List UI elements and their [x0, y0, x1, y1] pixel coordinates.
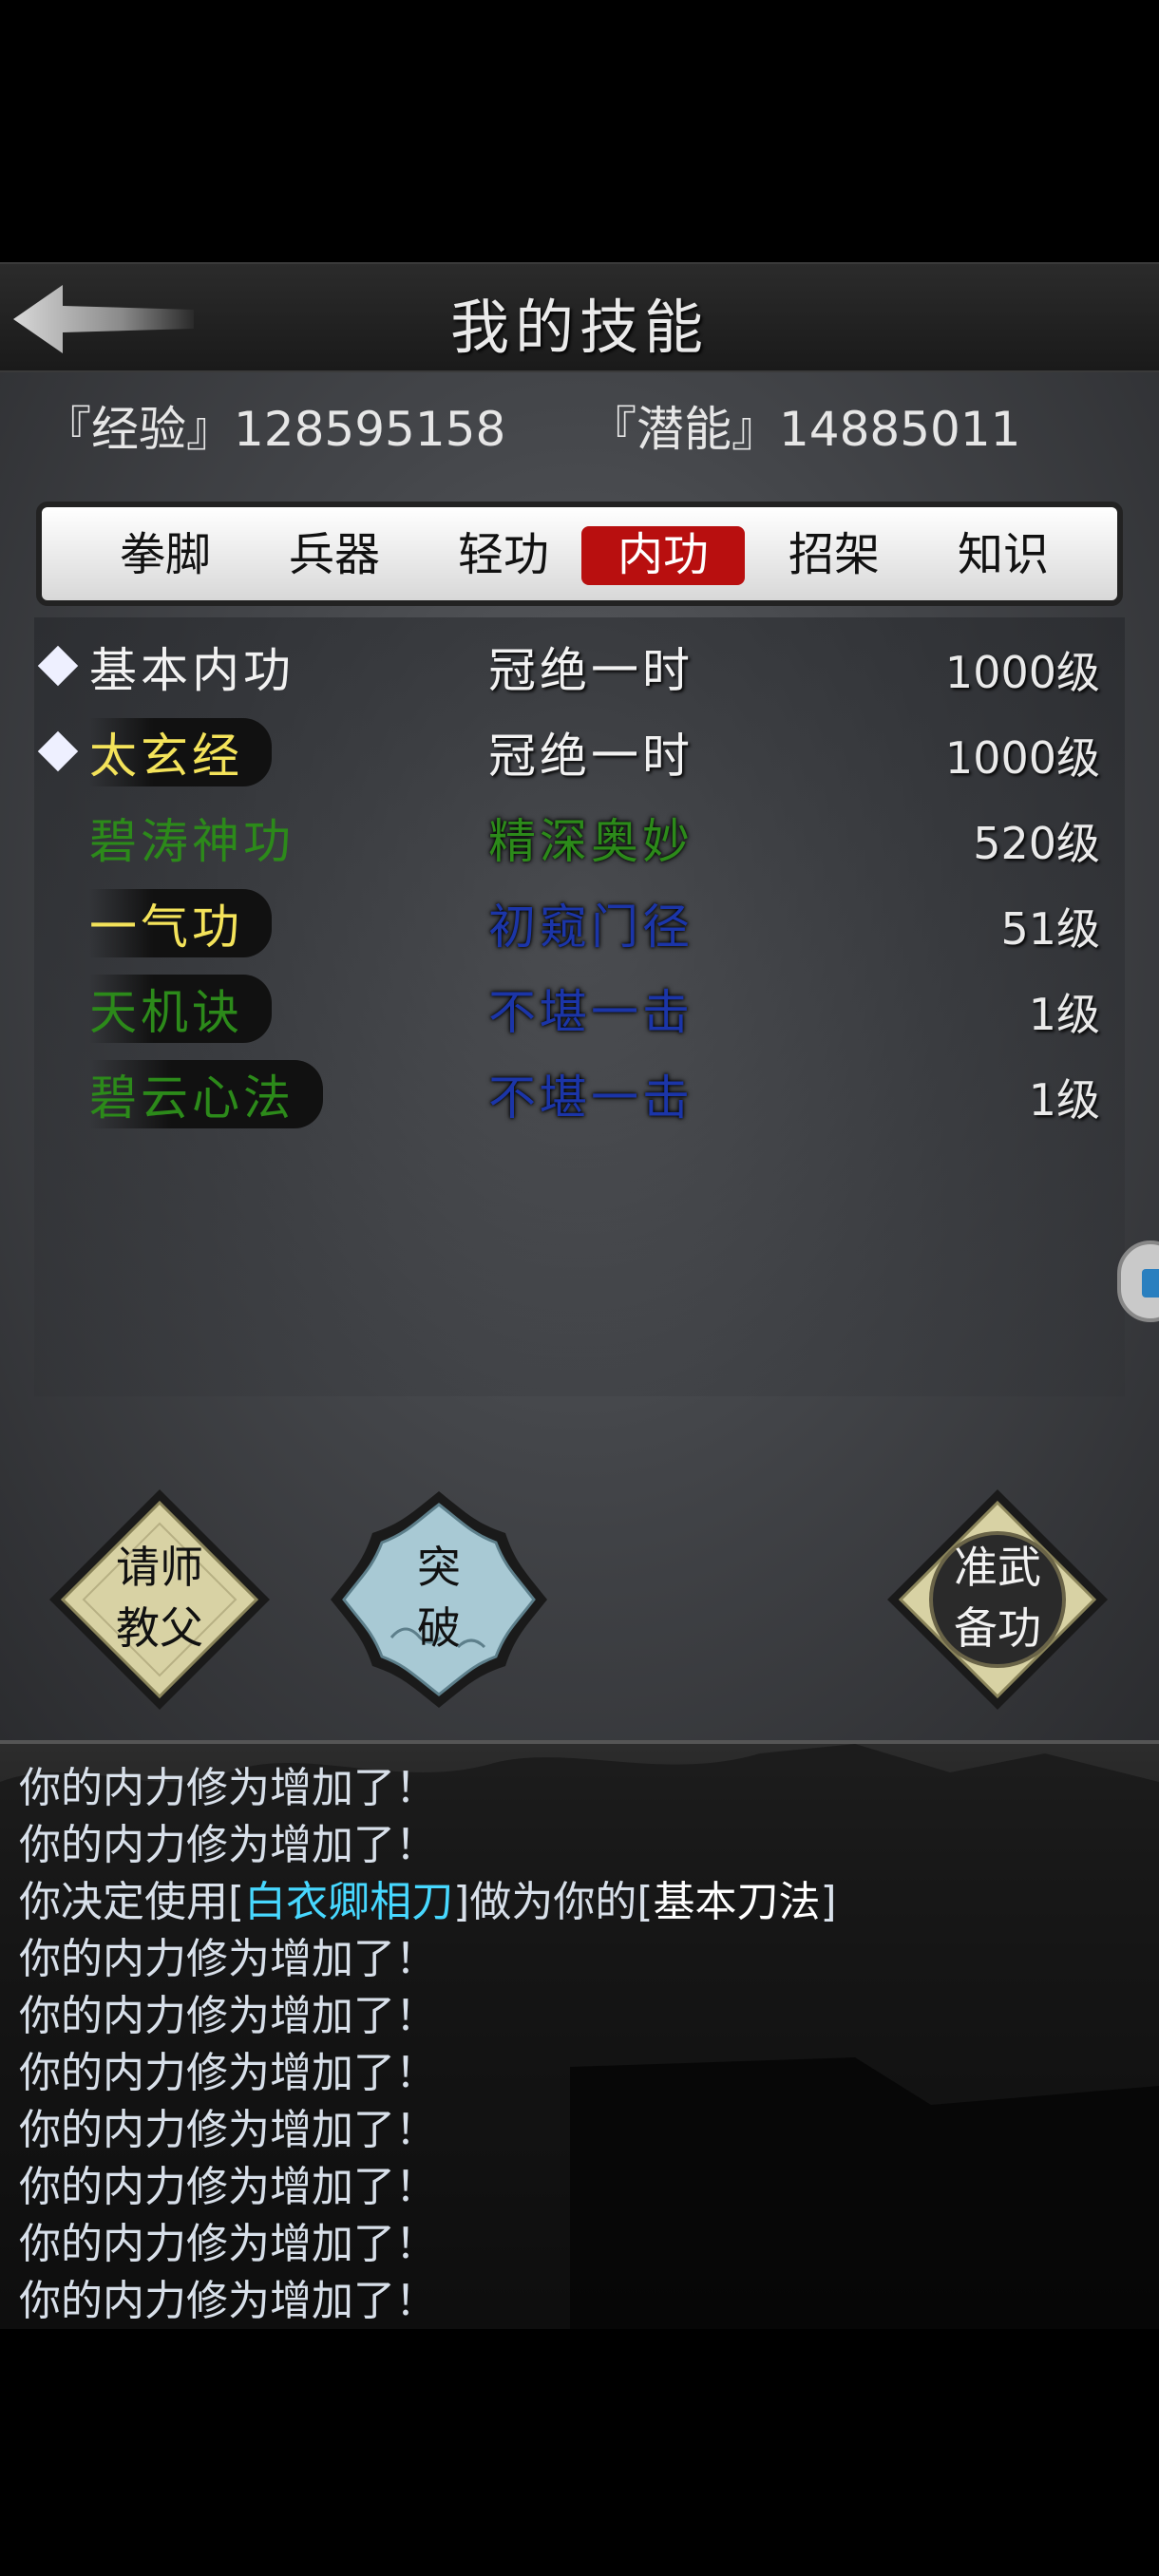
experience-stat: 『经验』128595158 — [44, 402, 506, 457]
skill-grade: 1级 — [1028, 989, 1100, 1040]
skill-row[interactable]: 一气功 初窥门径 51级 — [34, 883, 1125, 965]
seek-teacher-button[interactable]: 请师 教父 — [46, 1486, 274, 1714]
log-line: 你的内力修为增加了！ — [19, 2163, 437, 2211]
skill-mastery: 精深奥妙 — [488, 814, 694, 869]
skill-row[interactable]: 碧涛神功 精深奥妙 520级 — [34, 798, 1125, 880]
skill-mastery: 冠绝一时 — [488, 729, 694, 784]
log-line: 你的内力修为增加了！ — [19, 1821, 437, 1869]
skill-name: 一气功 — [89, 889, 272, 957]
equipped-diamond-icon — [37, 730, 79, 772]
log-line: 你的内力修为增加了！ — [19, 1764, 437, 1812]
log-line: 你的内力修为增加了！ — [19, 1992, 437, 2040]
tab-fist-kick[interactable]: 拳脚 — [84, 526, 247, 585]
book-icon — [1142, 1269, 1159, 1297]
log-line: 你的内力修为增加了！ — [19, 2277, 437, 2325]
skill-link[interactable]: 基本刀法 — [654, 1878, 821, 1926]
status-area — [0, 0, 1159, 262]
skill-link[interactable]: 白衣卿相刀 — [244, 1878, 453, 1926]
skill-mastery: 初窥门径 — [488, 900, 694, 955]
page-title: 我的技能 — [449, 293, 709, 362]
skill-name: 碧涛神功 — [89, 814, 294, 869]
skill-mastery: 不堪一击 — [488, 985, 694, 1040]
button-label-line: 准武 — [954, 1542, 1041, 1593]
skill-name: 基本内功 — [89, 643, 294, 698]
skill-category-tabs: 拳脚 兵器 轻功 内功 招架 知识 — [36, 502, 1123, 606]
log-text: 你决定使用[ — [19, 1878, 245, 1926]
log-line: 你决定使用[白衣卿相刀]做为你的[基本刀法] — [19, 1867, 837, 1928]
button-label-line: 请师 — [116, 1542, 203, 1593]
skill-row[interactable]: 太玄经 冠绝一时 1000级 — [34, 712, 1125, 794]
button-label-line: 突 — [417, 1542, 461, 1593]
title-bar: 我的技能 — [0, 262, 1159, 372]
skill-list: 基本内功 冠绝一时 1000级 太玄经 冠绝一时 1000级 碧涛神功 精深奥妙… — [34, 617, 1125, 1396]
message-log: 你的内力修为增加了！ 你的内力修为增加了！ 你决定使用[白衣卿相刀]做为你的[基… — [0, 1740, 1159, 2329]
skill-mastery: 冠绝一时 — [488, 643, 694, 698]
stats-bar: 『经验』128595158 『潜能』14885011 — [0, 391, 1159, 458]
bottom-area — [0, 2329, 1159, 2576]
button-label-line: 备功 — [954, 1602, 1041, 1654]
skill-mastery: 不堪一击 — [488, 1070, 694, 1126]
skill-name: 碧云心法 — [89, 1060, 323, 1128]
tab-weapons[interactable]: 兵器 — [253, 526, 416, 585]
log-text: ]做为你的[ — [453, 1878, 654, 1926]
equipped-diamond-icon — [37, 645, 79, 687]
log-line: 你的内力修为增加了！ — [19, 2220, 437, 2268]
prepare-skills-button[interactable]: 准武 备功 — [884, 1486, 1112, 1714]
skill-grade: 1级 — [1028, 1074, 1100, 1126]
skill-grade: 520级 — [973, 818, 1100, 869]
tab-knowledge[interactable]: 知识 — [922, 526, 1085, 585]
skill-name: 太玄经 — [89, 718, 272, 786]
log-line: 你的内力修为增加了！ — [19, 2049, 437, 2097]
button-label-line: 教父 — [116, 1602, 203, 1654]
skill-grade: 1000级 — [944, 732, 1100, 784]
tab-parry[interactable]: 招架 — [752, 526, 916, 585]
skill-row[interactable]: 碧云心法 不堪一击 1级 — [34, 1054, 1125, 1136]
tab-internal[interactable]: 内功 — [581, 526, 745, 585]
log-line: 你的内力修为增加了！ — [19, 2106, 437, 2154]
button-label-line: 破 — [417, 1602, 461, 1654]
skill-grade: 1000级 — [944, 647, 1100, 698]
log-text: ] — [820, 1878, 837, 1926]
tab-lightness[interactable]: 轻功 — [422, 526, 585, 585]
skill-grade: 51级 — [1000, 903, 1100, 955]
potential-stat: 『潜能』14885011 — [589, 402, 1021, 457]
skill-row[interactable]: 天机诀 不堪一击 1级 — [34, 969, 1125, 1051]
skill-name: 天机诀 — [89, 975, 272, 1043]
breakthrough-button[interactable]: 突 破 — [325, 1486, 553, 1714]
skill-row[interactable]: 基本内功 冠绝一时 1000级 — [34, 627, 1125, 709]
log-line: 你的内力修为增加了！ — [19, 1935, 437, 1983]
